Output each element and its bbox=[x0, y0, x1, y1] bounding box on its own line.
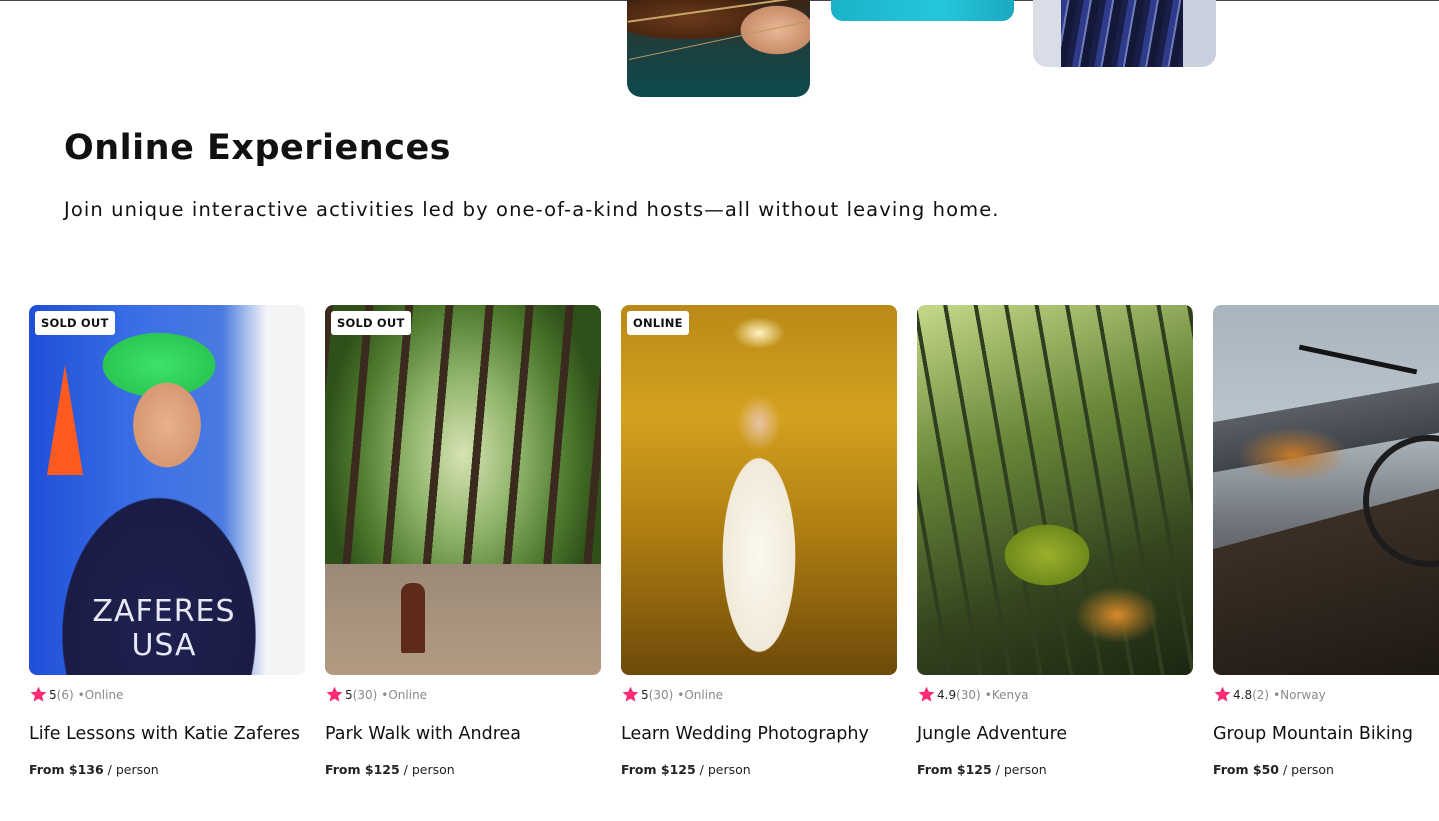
experience-photo[interactable] bbox=[1213, 305, 1439, 675]
experience-photo[interactable]: ONLINE bbox=[621, 305, 897, 675]
status-badge: ONLINE bbox=[627, 311, 689, 335]
price-line: From $125 / person bbox=[917, 762, 1047, 777]
star-icon bbox=[326, 686, 343, 702]
photo-jersey-text: ZAFERES USA bbox=[92, 594, 236, 663]
rating-row: 4.9 (30) •Kenya bbox=[917, 685, 1029, 704]
hero-photo-water[interactable] bbox=[831, 0, 1014, 21]
price-line: From $136 / person bbox=[29, 762, 159, 777]
star-icon bbox=[1214, 686, 1231, 702]
rating-value: 4.8 bbox=[1233, 687, 1253, 702]
star-icon bbox=[918, 686, 935, 702]
status-badge: SOLD OUT bbox=[35, 311, 115, 335]
experience-title[interactable]: Jungle Adventure bbox=[917, 724, 1067, 744]
experience-card[interactable]: ZAFERES USA SOLD OUT 5 (6) •Online Life … bbox=[29, 305, 305, 777]
rating-value: 5 bbox=[49, 687, 57, 702]
bike-handlebar bbox=[1298, 344, 1418, 375]
experience-title[interactable]: Learn Wedding Photography bbox=[621, 724, 869, 744]
price-value: From $125 bbox=[917, 762, 992, 777]
bike-wheel bbox=[1363, 435, 1439, 567]
review-count: (30) bbox=[352, 687, 378, 702]
price-unit: / person bbox=[399, 762, 455, 777]
rating-value: 5 bbox=[641, 687, 649, 702]
location-label: •Online bbox=[677, 687, 724, 702]
hero-photo-jacket[interactable] bbox=[1033, 0, 1216, 67]
price-line: From $125 / person bbox=[325, 762, 455, 777]
price-value: From $125 bbox=[325, 762, 400, 777]
price-value: From $125 bbox=[621, 762, 696, 777]
hero-photo-guitar[interactable] bbox=[627, 0, 810, 97]
experience-title[interactable]: Park Walk with Andrea bbox=[325, 724, 521, 744]
experience-photo[interactable] bbox=[917, 305, 1193, 675]
review-count: (6) bbox=[56, 687, 74, 702]
walking-person bbox=[401, 583, 425, 653]
experience-title[interactable]: Life Lessons with Katie Zaferes bbox=[29, 724, 300, 744]
location-label: •Norway bbox=[1273, 687, 1326, 702]
price-line: From $50 / person bbox=[1213, 762, 1334, 777]
rating-row: 5 (30) •Online bbox=[325, 685, 427, 704]
experience-title[interactable]: Group Mountain Biking bbox=[1213, 724, 1413, 744]
review-count: (30) bbox=[648, 687, 674, 702]
review-count: (2) bbox=[1252, 687, 1270, 702]
price-unit: / person bbox=[695, 762, 751, 777]
price-unit: / person bbox=[1278, 762, 1334, 777]
price-value: From $136 bbox=[29, 762, 104, 777]
location-label: •Kenya bbox=[984, 687, 1029, 702]
review-count: (30) bbox=[956, 687, 981, 702]
price-unit: / person bbox=[991, 762, 1047, 777]
experience-photo[interactable]: ZAFERES USA SOLD OUT bbox=[29, 305, 305, 675]
rating-value: 4.9 bbox=[937, 687, 957, 702]
rating-value: 5 bbox=[345, 687, 353, 702]
price-unit: / person bbox=[103, 762, 159, 777]
location-label: •Online bbox=[77, 687, 124, 702]
experience-card[interactable]: ONLINE 5 (30) •Online Learn Wedding Phot… bbox=[621, 305, 897, 777]
experience-card[interactable]: 4.8 (2) •Norway Group Mountain Biking Fr… bbox=[1213, 305, 1439, 805]
status-badge: SOLD OUT bbox=[331, 311, 411, 335]
experience-card[interactable]: SOLD OUT 5 (30) •Online Park Walk with A… bbox=[325, 305, 601, 777]
price-line: From $125 / person bbox=[621, 762, 751, 777]
star-icon bbox=[30, 686, 47, 702]
rating-row: 5 (30) •Online bbox=[621, 685, 723, 704]
rating-row: 5 (6) •Online bbox=[29, 685, 123, 704]
rating-row: 4.8 (2) •Norway bbox=[1213, 685, 1326, 704]
location-label: •Online bbox=[381, 687, 428, 702]
price-value: From $50 bbox=[1213, 762, 1279, 777]
experience-photo[interactable]: SOLD OUT bbox=[325, 305, 601, 675]
experience-card[interactable]: 4.9 (30) •Kenya Jungle Adventure From $1… bbox=[917, 305, 1193, 777]
section-subtitle: Join unique interactive activities led b… bbox=[64, 198, 1000, 221]
traffic-cone bbox=[47, 365, 83, 475]
section-title: Online Experiences bbox=[64, 128, 452, 168]
star-icon bbox=[622, 686, 639, 702]
